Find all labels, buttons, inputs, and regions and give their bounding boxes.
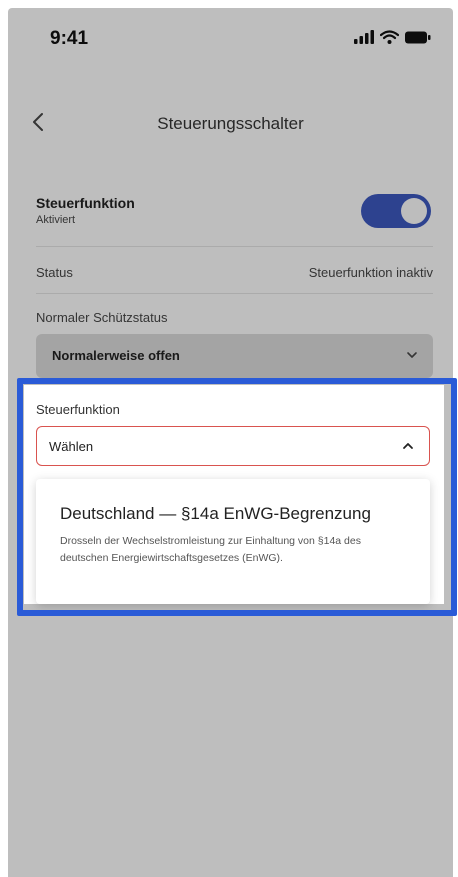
highlight-frame xyxy=(17,378,457,616)
